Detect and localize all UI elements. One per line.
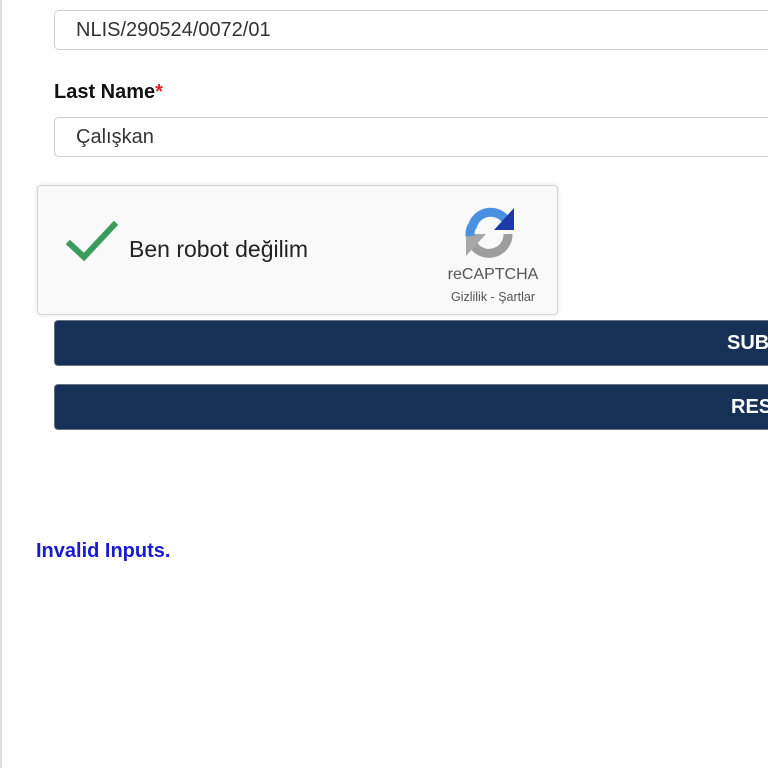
privacy-link[interactable]: Gizlilik [451,290,487,304]
recaptcha-label: Ben robot değilim [129,236,308,262]
required-marker: * [155,81,163,103]
last-name-label-text: Last Name [54,81,156,103]
recaptcha-links: Gizlilik - Şartlar [433,290,553,304]
recaptcha-widget[interactable]: Ben robot değilim reCAPTCHA Gizlilik - Ş… [37,185,558,315]
status-message: Invalid Inputs. [36,540,171,562]
reference-number-input[interactable] [54,10,768,50]
last-name-label: Last Name* [54,81,163,104]
form-page: Last Name* Ben robot değilim reCAPTCHA G… [0,0,768,768]
link-separator: - [487,290,499,304]
last-name-input[interactable] [54,117,768,157]
recaptcha-logo-icon [465,207,514,258]
terms-link[interactable]: Şartlar [498,290,535,304]
submit-button[interactable]: SUBMIT [54,320,768,366]
checkmark-icon[interactable] [66,220,118,264]
recaptcha-brand: reCAPTCHA [447,266,539,283]
reset-button[interactable]: RESET [54,384,768,430]
